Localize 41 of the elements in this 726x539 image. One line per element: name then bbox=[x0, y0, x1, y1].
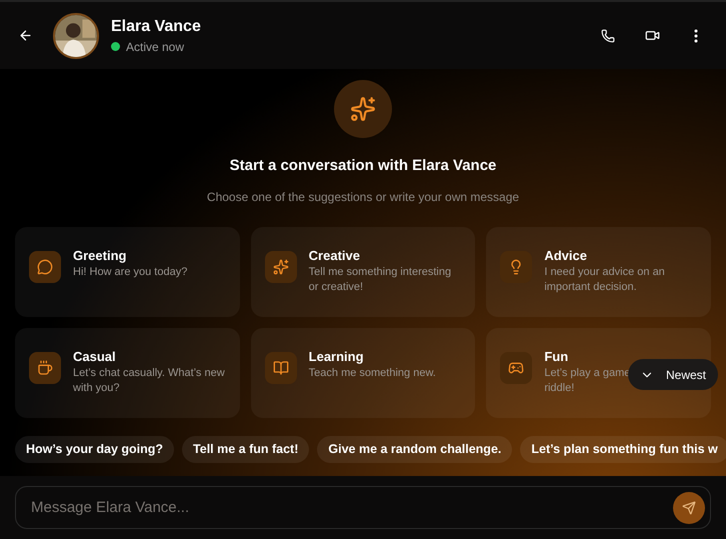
card-title: Fun bbox=[544, 348, 570, 366]
message-input[interactable]: Message Elara Vance... bbox=[15, 486, 711, 529]
contact-name: Elara Vance bbox=[111, 16, 201, 36]
intro-title: Start a conversation with Elara Vance bbox=[230, 156, 496, 176]
card-description: or creative! bbox=[308, 280, 364, 294]
card-description: Tell me something interesting bbox=[308, 264, 452, 280]
lightbulb-icon bbox=[500, 250, 532, 282]
suggestion-card[interactable]: Creative Tell me something interesting or creative! bbox=[250, 226, 476, 316]
coffee-cup-icon bbox=[29, 352, 61, 384]
card-description: with you? bbox=[73, 380, 120, 396]
suggestion-card[interactable]: Learning Teach me something new. bbox=[250, 328, 476, 418]
card-description: I need your advice on an bbox=[544, 264, 665, 280]
newest-button[interactable]: Newest bbox=[628, 359, 718, 390]
gamepad-icon bbox=[500, 352, 532, 384]
suggestion-card[interactable]: Greeting Hi! How are you today? bbox=[15, 226, 240, 316]
status-text: Active now bbox=[126, 38, 184, 56]
video-camera-icon bbox=[644, 28, 660, 43]
card-description: Let’s chat casually. What’s new bbox=[73, 366, 225, 380]
card-title: Casual bbox=[73, 348, 117, 366]
card-title: Advice bbox=[544, 246, 588, 264]
send-icon bbox=[682, 501, 696, 515]
book-icon bbox=[264, 352, 297, 384]
sparkles-icon bbox=[264, 250, 297, 282]
phone-icon bbox=[601, 28, 615, 42]
suggestion-chip[interactable]: How’s your day going? bbox=[15, 436, 174, 462]
vertical-dots-icon bbox=[694, 28, 698, 42]
intro-subtitle: Choose one of the suggestions or write your own message bbox=[206, 188, 520, 206]
suggestion-chip[interactable]: Tell me a fun fact! bbox=[182, 436, 310, 462]
card-description: Hi! How are you today? bbox=[73, 264, 188, 280]
suggestion-card[interactable]: Advice I need your advice on an important decision. bbox=[486, 226, 711, 316]
card-title: Creative bbox=[308, 246, 361, 264]
card-description: Teach me something new. bbox=[308, 366, 436, 380]
chat-bubble-icon bbox=[29, 250, 61, 282]
suggestion-card[interactable]: Casual Let’s chat casually. What’s new with you? bbox=[15, 328, 240, 418]
card-title: Greeting bbox=[73, 246, 128, 264]
send-button[interactable] bbox=[673, 492, 705, 524]
suggestion-chip[interactable]: Give me a random challenge. bbox=[317, 436, 512, 462]
card-description: riddle! bbox=[544, 380, 574, 396]
suggestion-chip[interactable]: Let’s plan something fun this w bbox=[520, 436, 726, 462]
card-title: Learning bbox=[308, 348, 365, 366]
card-description: important decision. bbox=[544, 280, 637, 294]
